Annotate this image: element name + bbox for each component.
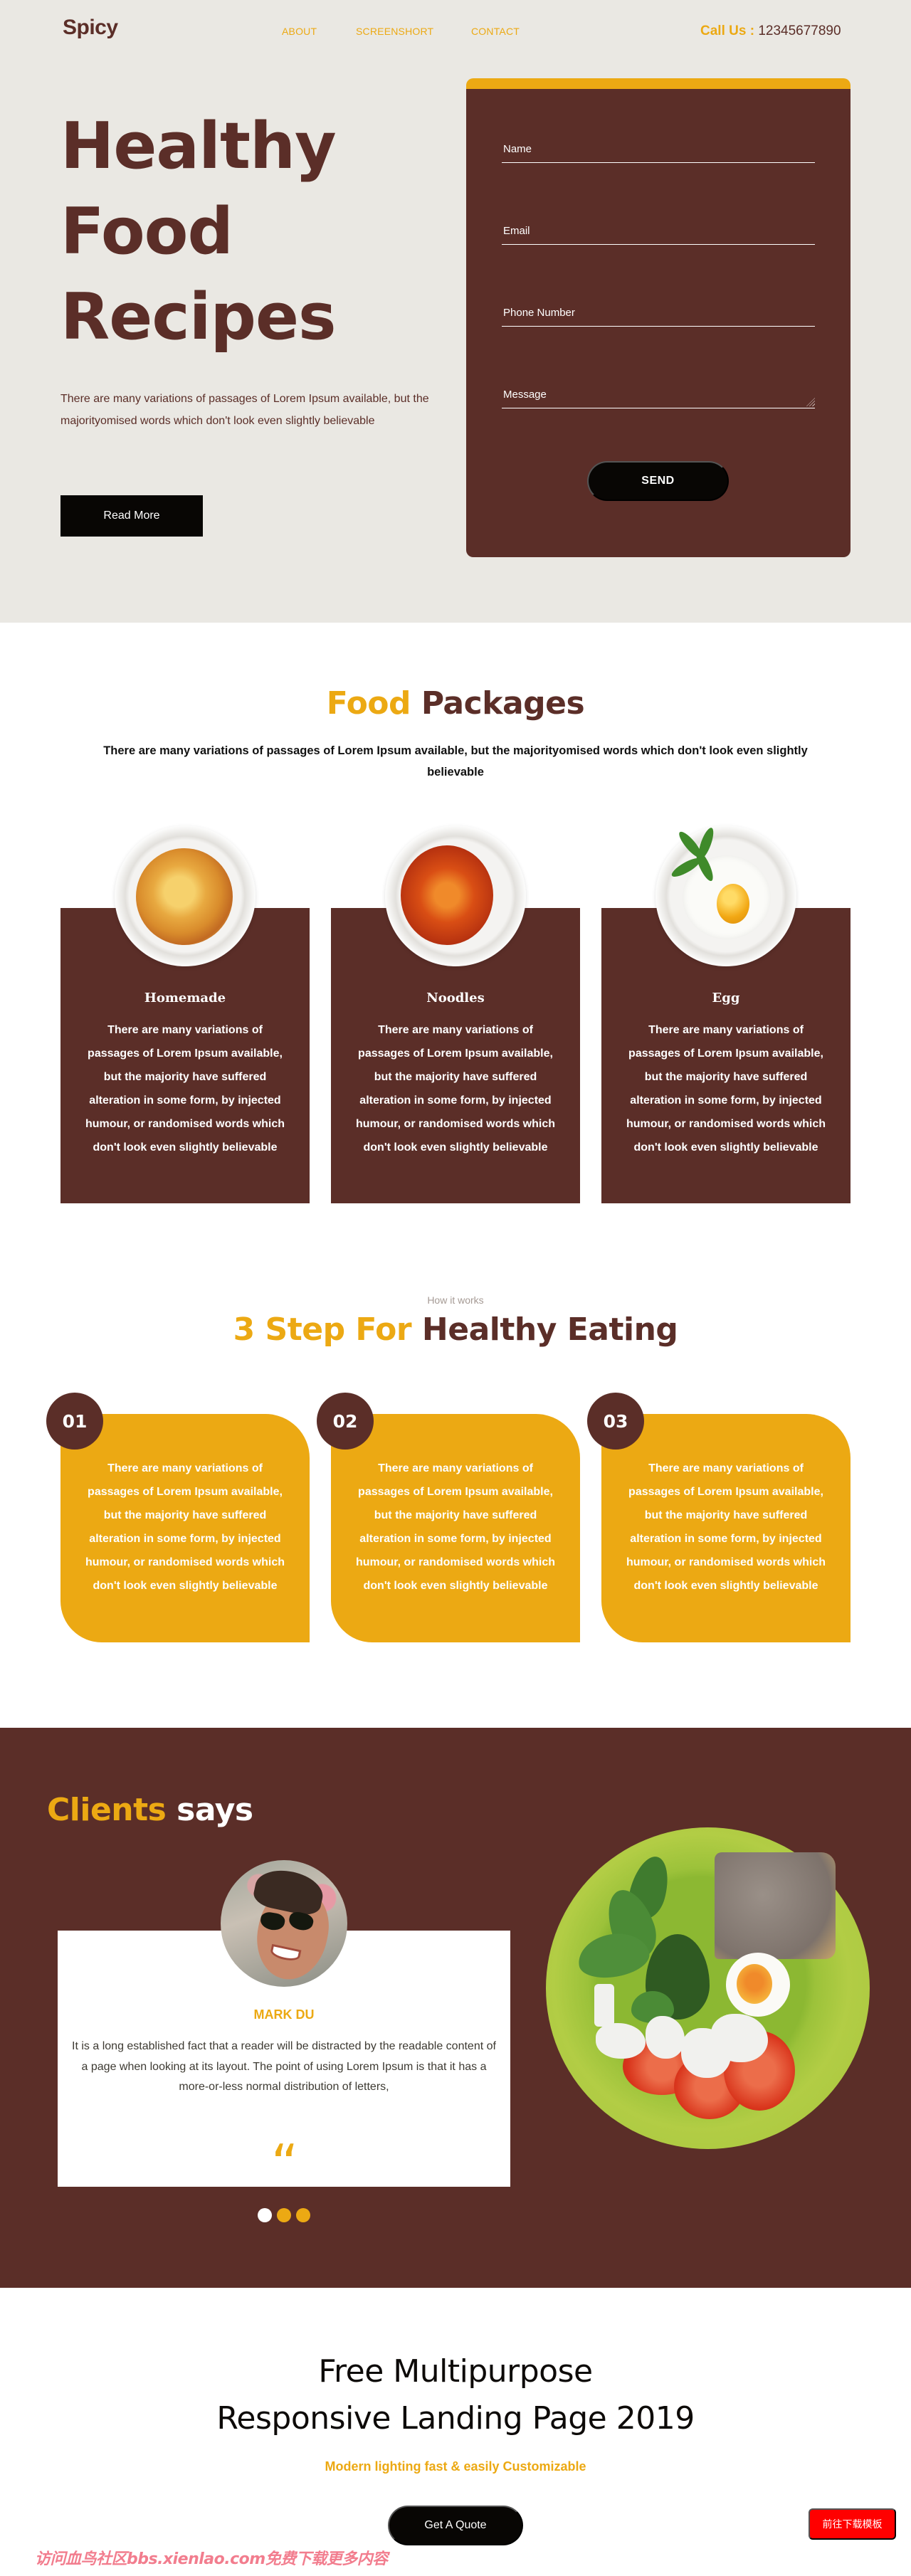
call-us-number[interactable]: 12345677890: [758, 23, 841, 38]
clients-title-highlight: Clients: [47, 1792, 167, 1828]
mozzarella-icon: [596, 2023, 646, 2059]
soup-icon: [401, 845, 493, 945]
egg-yolk-icon: [737, 1964, 772, 2004]
how-it-works-kicker: How it works: [427, 1294, 484, 1306]
clients-title: Clients says: [47, 1792, 253, 1828]
packages-title-highlight: Food: [326, 685, 411, 722]
message-placeholder: Message: [503, 389, 547, 401]
nav-contact[interactable]: CONTACT: [471, 26, 520, 37]
clients-title-rest: says: [177, 1792, 253, 1828]
package-title: Homemade: [144, 991, 226, 1005]
get-a-quote-button[interactable]: Get A Quote: [388, 2506, 523, 2545]
email-placeholder: Email: [503, 225, 530, 237]
step-number-badge: 01: [46, 1393, 103, 1450]
cta-subtitle: Modern lighting fast & easily Customizab…: [325, 2459, 586, 2474]
steps-title-highlight: 3 Step For: [233, 1311, 412, 1348]
quote-icon: “: [270, 2133, 299, 2195]
step-text: There are many variations of passages of…: [626, 1462, 826, 1592]
resize-handle-icon[interactable]: [806, 398, 815, 406]
step-number-badge: 02: [317, 1393, 374, 1450]
message-field[interactable]: Message: [502, 380, 815, 408]
step-text: There are many variations of passages of…: [85, 1462, 285, 1592]
package-card: Noodles There are many variations of pas…: [331, 825, 580, 1203]
read-more-button[interactable]: Read More: [60, 495, 203, 537]
package-card: Homemade There are many variations of pa…: [60, 825, 310, 1203]
nav-screenshort[interactable]: SCREENSHORT: [356, 26, 433, 37]
email-field[interactable]: Email: [502, 216, 815, 245]
mozzarella-icon: [594, 1984, 614, 2027]
contact-form: Name Email Phone Number Message SEND: [466, 78, 851, 557]
cta-title-line: Responsive Landing Page 2019: [216, 2400, 695, 2437]
slider-dots: [258, 2208, 310, 2222]
hero-title-line: Food: [60, 194, 233, 269]
package-title: Noodles: [426, 991, 485, 1005]
mozzarella-icon: [711, 2014, 768, 2062]
step-number-badge: 03: [587, 1393, 644, 1450]
hero-description: There are many variations of passages of…: [60, 393, 429, 427]
slider-dot[interactable]: [277, 2208, 291, 2222]
call-us-label: Call Us :: [700, 23, 755, 38]
phone-placeholder: Phone Number: [503, 307, 575, 319]
name-field[interactable]: Name: [502, 134, 815, 163]
step-card: 03 There are many variations of passages…: [587, 1393, 851, 1642]
steps-title: 3 Step For Healthy Eating: [0, 1311, 911, 1348]
client-name: MARK DU: [253, 2007, 315, 2022]
package-card: Egg There are many variations of passage…: [601, 825, 851, 1203]
soup-plate-icon: [385, 825, 526, 966]
egg-yolk-icon: [717, 884, 749, 924]
hero-title-line: Healthy: [60, 109, 337, 184]
call-us: Call Us : 12345677890: [700, 23, 841, 39]
step-card: 01 There are many variations of passages…: [46, 1393, 310, 1642]
testimonial-text: It is a long established fact that a rea…: [72, 2040, 496, 2093]
package-text: There are many variations of passages of…: [355, 1024, 556, 1154]
slider-dot[interactable]: [258, 2208, 272, 2222]
send-button[interactable]: SEND: [587, 461, 729, 501]
salad-plate-icon: [546, 1827, 870, 2149]
bread-slice-icon: [715, 1852, 836, 1959]
nav-about[interactable]: ABOUT: [282, 26, 317, 37]
package-text: There are many variations of passages of…: [626, 1024, 826, 1154]
package-title: Egg: [712, 991, 740, 1005]
client-avatar: [221, 1860, 347, 1987]
spaghetti-plate-icon: [115, 825, 256, 966]
package-text: There are many variations of passages of…: [85, 1024, 285, 1154]
step-card: 02 There are many variations of passages…: [317, 1393, 580, 1642]
cta-title: Free Multipurpose Responsive Landing Pag…: [0, 2348, 911, 2442]
mozzarella-icon: [646, 2016, 685, 2059]
name-placeholder: Name: [503, 143, 532, 155]
hero-title-line: Recipes: [60, 280, 337, 354]
hero-title: Healthy Food Recipes: [60, 104, 337, 360]
slider-dot[interactable]: [296, 2208, 310, 2222]
hero-section: Spicy ABOUT SCREENSHORT CONTACT Call Us …: [0, 0, 911, 623]
phone-field[interactable]: Phone Number: [502, 298, 815, 327]
steps-title-rest: Healthy Eating: [421, 1311, 678, 1348]
watermark-text: 访问血鸟社区bbs.xienlao.com免费下载更多内容: [35, 2550, 388, 2568]
spaghetti-icon: [136, 848, 233, 945]
egg-plate-icon: [655, 825, 796, 966]
download-template-button[interactable]: 前往下载模板: [809, 2508, 896, 2540]
packages-title-rest: Packages: [421, 685, 585, 722]
cta-title-line: Free Multipurpose: [318, 2353, 593, 2390]
packages-subtitle: There are many variations of passages of…: [103, 744, 808, 778]
clients-section: Clients says MARK DU It is a long establ…: [0, 1728, 911, 2288]
packages-title: Food Packages: [0, 685, 911, 722]
step-text: There are many variations of passages of…: [355, 1462, 556, 1592]
